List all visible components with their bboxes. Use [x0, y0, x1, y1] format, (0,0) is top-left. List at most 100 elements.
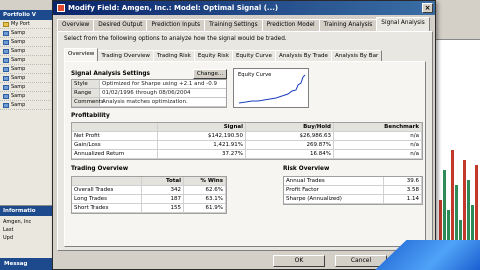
table-cell: 62.6%	[184, 186, 226, 194]
table-row: Net Profit $142,190.50 $26,986.63 n/a	[72, 132, 422, 141]
settings-row: Comments Analysis matches optimization.	[72, 98, 226, 107]
folder-icon	[3, 48, 9, 54]
subtab-equity-risk[interactable]: Equity Risk	[193, 50, 233, 61]
table-cell: 61.9%	[184, 204, 226, 212]
tree-item[interactable]: Samp	[0, 38, 53, 47]
table-cell: 37.27%	[158, 150, 246, 158]
subtab-analysis-by-bar[interactable]: Analysis By Bar	[331, 50, 383, 61]
folder-icon	[3, 75, 9, 81]
tree-item[interactable]: Samp	[0, 101, 53, 110]
column-header	[72, 177, 142, 185]
table-cell: 39.6	[384, 177, 422, 185]
tree-item-label: Samp	[11, 39, 26, 45]
tree-item[interactable]: My Port	[0, 20, 53, 29]
tree-item-label: Samp	[11, 30, 26, 36]
folder-icon	[3, 66, 9, 72]
equity-curve-thumbnail[interactable]: Equity Curve	[233, 68, 309, 108]
table-row: Short Trades 155 61.9%	[72, 204, 226, 213]
change-button[interactable]: Change...	[193, 68, 227, 79]
portfolio-tree: My Port Samp Samp Samp Samp Samp Samp Samp Samp S…	[0, 20, 53, 110]
subtab-analysis-by-trade[interactable]: Analysis By Trade	[274, 50, 333, 61]
column-header	[72, 123, 158, 131]
folder-icon	[3, 57, 9, 63]
table-cell: 1.14	[384, 195, 422, 203]
portfolio-header: Portfolio V	[0, 10, 53, 20]
chart-bar	[471, 205, 474, 240]
information-panel: Informatio Amgen, Inc Last Upd	[0, 205, 54, 255]
app-icon	[57, 4, 65, 12]
column-header: Total	[142, 177, 184, 185]
chart-bar	[443, 170, 446, 240]
tab-prediction-inputs[interactable]: Prediction Inputs	[146, 19, 206, 31]
chart-bar	[455, 185, 458, 240]
tree-item[interactable]: Samp	[0, 29, 53, 38]
trading-overview-table: Total% Wins Overall Trades 342 62.6% Long Tr…	[71, 176, 227, 214]
risk-overview-table: Annual Trades 39.6 Profit Factor 3.58 Sharpe…	[283, 176, 423, 205]
table-cell: n/a	[334, 141, 422, 149]
row-label: Annualized Return	[72, 150, 158, 158]
tree-item-label: Samp	[11, 48, 26, 54]
table-cell: n/a	[334, 132, 422, 140]
main-tabs: Overview Desired Output Prediction Inputs T…	[57, 17, 430, 31]
risk-overview-title: Risk Overview	[283, 166, 330, 172]
tree-item[interactable]: Samp	[0, 92, 53, 101]
info-line: Last	[3, 227, 14, 233]
tree-item-label: Samp	[11, 84, 26, 90]
subtab-equity-curve[interactable]: Equity Curve	[231, 50, 276, 61]
settings-row: Range 01/02/1996 through 08/06/2004	[72, 89, 226, 98]
table-row: Profit Factor 3.58	[284, 186, 422, 195]
tree-item[interactable]: Samp	[0, 65, 53, 74]
tab-prediction-model[interactable]: Prediction Model	[261, 19, 320, 31]
settings-value: 01/02/1996 through 08/06/2004	[102, 90, 191, 96]
tree-item[interactable]: Samp	[0, 56, 53, 65]
row-label: Overall Trades	[72, 186, 142, 194]
tree-item[interactable]: Samp	[0, 74, 53, 83]
chart-bar	[467, 180, 470, 240]
chart-bar	[451, 150, 454, 240]
chart-bar	[463, 160, 466, 240]
subtab-trading-overview[interactable]: Trading Overview	[97, 50, 154, 61]
tree-item-label: Samp	[11, 75, 26, 81]
table-row: Overall Trades 342 62.6%	[72, 186, 226, 195]
settings-key: Comments	[72, 98, 104, 106]
settings-value: Optimized for Sharpe using +2.1 and -0.9	[102, 81, 217, 87]
tab-signal-analysis[interactable]: Signal Analysis	[376, 17, 430, 31]
folder-icon	[3, 93, 9, 99]
cancel-button[interactable]: Cancel	[335, 255, 387, 267]
row-label: Short Trades	[72, 204, 142, 212]
folder-icon	[3, 84, 9, 90]
dialog-titlebar[interactable]: Modify Field: Amgen, Inc.: Model: Optima…	[53, 1, 435, 15]
row-label: Net Profit	[72, 132, 158, 140]
table-header-row: Signal Buy/Hold Benchmark	[72, 123, 422, 132]
subtab-trading-risk[interactable]: Trading Risk	[152, 50, 195, 61]
settings-key: Range	[72, 89, 100, 97]
table-cell: $26,986.63	[246, 132, 334, 140]
tree-item[interactable]: Samp	[0, 83, 53, 92]
table-cell: 1,421.91%	[158, 141, 246, 149]
signal-analysis-panel: Select from the following options to ana…	[57, 31, 433, 251]
tree-item-label: Samp	[11, 57, 26, 63]
subtab-overview[interactable]: Overview	[64, 48, 99, 61]
table-cell: 16.84%	[246, 150, 334, 158]
table-cell: 269.87%	[246, 141, 334, 149]
table-cell: 63.1%	[184, 195, 226, 203]
row-label: Annual Trades	[284, 177, 384, 185]
tab-training-settings[interactable]: Training Settings	[204, 19, 263, 31]
tab-training-analysis[interactable]: Training Analysis	[318, 19, 378, 31]
information-header: Informatio	[0, 206, 54, 216]
ok-button[interactable]: OK	[273, 255, 325, 267]
tab-overview[interactable]: Overview	[57, 19, 95, 31]
table-cell: n/a	[334, 150, 422, 158]
profitability-table: Signal Buy/Hold Benchmark Net Profit $142,19…	[71, 122, 423, 160]
info-line: Amgen, Inc	[3, 219, 32, 225]
profitability-title: Profitability	[71, 113, 110, 119]
tree-item[interactable]: Samp	[0, 47, 53, 56]
table-cell: 342	[142, 186, 184, 194]
table-header-row: Total% Wins	[72, 177, 226, 186]
close-icon[interactable]: ×	[422, 3, 433, 13]
background-price-chart: 03 2004	[434, 40, 480, 265]
background-toolbar	[434, 10, 480, 40]
settings-key: Style	[72, 80, 100, 88]
messages-header: Messag	[0, 258, 54, 270]
tab-desired-output[interactable]: Desired Output	[93, 19, 148, 31]
